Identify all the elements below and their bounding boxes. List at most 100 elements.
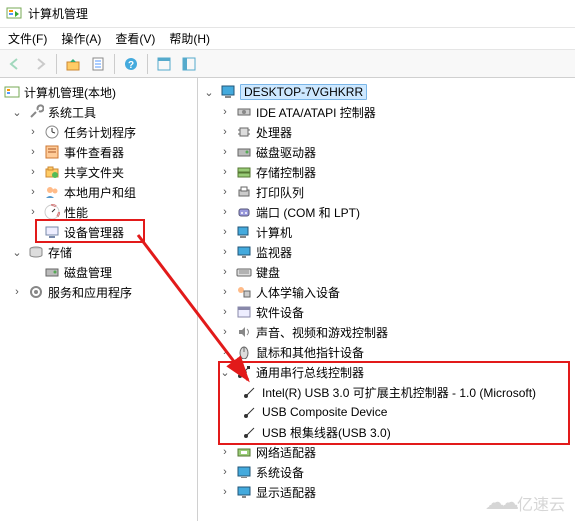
- sysdev-icon: [236, 464, 252, 480]
- dev-monitor[interactable]: 监视器: [256, 244, 292, 261]
- toolbar-view-button[interactable]: [153, 53, 175, 75]
- tree-systools[interactable]: 系统工具: [48, 104, 96, 121]
- device-tree[interactable]: ⌄ DESKTOP-7VGHKRR › IDE ATA/ATAPI 控制器 › 处理…: [198, 78, 575, 521]
- dev-cpu[interactable]: 处理器: [256, 124, 292, 141]
- dev-usb2[interactable]: USB Composite Device: [262, 405, 387, 419]
- expand-icon[interactable]: ⌄: [10, 106, 24, 119]
- tools-icon: [28, 104, 44, 120]
- menubar: 文件(F) 操作(A) 查看(V) 帮助(H): [0, 28, 575, 50]
- app-icon: [6, 6, 22, 22]
- expand-icon[interactable]: ›: [26, 166, 40, 178]
- toolbar-props-button[interactable]: [87, 53, 109, 75]
- perf-icon: [44, 204, 60, 220]
- tree-event[interactable]: 事件查看器: [64, 144, 124, 161]
- dev-storagectl[interactable]: 存储控制器: [256, 164, 316, 181]
- toolbar-view2-button[interactable]: [178, 53, 200, 75]
- dev-ports[interactable]: 端口 (COM 和 LPT): [256, 204, 360, 221]
- tree-storage[interactable]: 存储: [48, 244, 72, 261]
- storagectl-icon: [236, 164, 252, 180]
- usb-icon: [242, 384, 258, 400]
- tree-disk[interactable]: 磁盘管理: [64, 264, 112, 281]
- expand-icon[interactable]: ⌄: [202, 86, 216, 99]
- expand-icon[interactable]: ›: [26, 146, 40, 158]
- display-icon: [236, 484, 252, 500]
- expand-icon[interactable]: ›: [218, 106, 232, 118]
- dev-sysdev[interactable]: 系统设备: [256, 464, 304, 481]
- toolbar-back-button[interactable]: [4, 53, 26, 75]
- expand-icon[interactable]: ›: [218, 246, 232, 258]
- expand-icon[interactable]: ⌄: [10, 246, 24, 259]
- expand-icon[interactable]: ›: [218, 326, 232, 338]
- usb-icon: [242, 404, 258, 420]
- pc-icon: [236, 224, 252, 240]
- dev-mouse[interactable]: 鼠标和其他指针设备: [256, 344, 364, 361]
- dev-display[interactable]: 显示适配器: [256, 484, 316, 501]
- monitor-icon: [236, 244, 252, 260]
- tree-task[interactable]: 任务计划程序: [64, 124, 136, 141]
- clock-icon: [44, 124, 60, 140]
- expand-icon[interactable]: ›: [218, 286, 232, 298]
- devmgr-icon: [44, 224, 60, 240]
- dev-computer[interactable]: 计算机: [256, 224, 292, 241]
- tree-services[interactable]: 服务和应用程序: [48, 284, 132, 301]
- titlebar: 计算机管理: [0, 0, 575, 28]
- share-icon: [44, 164, 60, 180]
- expand-icon[interactable]: ›: [26, 206, 40, 218]
- expand-icon[interactable]: ›: [218, 266, 232, 278]
- dev-net[interactable]: 网络适配器: [256, 444, 316, 461]
- tree-devmgr[interactable]: 设备管理器: [64, 224, 124, 241]
- dev-usb3[interactable]: USB 根集线器(USB 3.0): [262, 424, 391, 441]
- expand-icon[interactable]: ›: [218, 186, 232, 198]
- hid-icon: [236, 284, 252, 300]
- printer-icon: [236, 184, 252, 200]
- menu-view[interactable]: 查看(V): [115, 30, 155, 47]
- menu-help[interactable]: 帮助(H): [169, 30, 210, 47]
- toolbar-separator: [56, 54, 57, 74]
- dev-hid[interactable]: 人体学输入设备: [256, 284, 340, 301]
- usb-icon: [236, 364, 252, 380]
- menu-file[interactable]: 文件(F): [8, 30, 47, 47]
- dev-usb[interactable]: 通用串行总线控制器: [256, 364, 364, 381]
- dev-usb1[interactable]: Intel(R) USB 3.0 可扩展主机控制器 - 1.0 (Microso…: [262, 384, 536, 401]
- left-tree[interactable]: 计算机管理(本地) ⌄ 系统工具 › 任务计划程序 › 事件查看器 › 共享文件…: [0, 78, 198, 521]
- expand-icon[interactable]: ›: [218, 486, 232, 498]
- expand-icon[interactable]: ›: [218, 166, 232, 178]
- tree-root[interactable]: 计算机管理(本地): [24, 84, 116, 101]
- expand-icon[interactable]: ›: [218, 226, 232, 238]
- ide-icon: [236, 104, 252, 120]
- cpu-icon: [236, 124, 252, 140]
- tree-perf[interactable]: 性能: [64, 204, 88, 221]
- expand-icon[interactable]: ›: [218, 346, 232, 358]
- dev-printq[interactable]: 打印队列: [256, 184, 304, 201]
- port-icon: [236, 204, 252, 220]
- menu-action[interactable]: 操作(A): [61, 30, 101, 47]
- toolbar-separator: [114, 54, 115, 74]
- expand-icon[interactable]: ›: [10, 286, 24, 298]
- dev-sound[interactable]: 声音、视频和游戏控制器: [256, 324, 388, 341]
- collapse-icon[interactable]: ⌄: [218, 366, 232, 379]
- dev-diskdrive[interactable]: 磁盘驱动器: [256, 144, 316, 161]
- expand-icon[interactable]: ›: [218, 446, 232, 458]
- expand-icon[interactable]: ›: [218, 126, 232, 138]
- expand-icon[interactable]: ›: [26, 186, 40, 198]
- expand-icon[interactable]: ›: [218, 466, 232, 478]
- toolbar-separator: [147, 54, 148, 74]
- computer-icon: [220, 84, 236, 100]
- dev-host[interactable]: DESKTOP-7VGHKRR: [240, 84, 367, 100]
- cloud-icon: ☁☁: [485, 490, 513, 515]
- tree-users[interactable]: 本地用户和组: [64, 184, 136, 201]
- toolbar-help-button[interactable]: ?: [120, 53, 142, 75]
- expand-icon[interactable]: ›: [218, 206, 232, 218]
- expand-icon[interactable]: ›: [26, 126, 40, 138]
- dev-software[interactable]: 软件设备: [256, 304, 304, 321]
- users-icon: [44, 184, 60, 200]
- software-icon: [236, 304, 252, 320]
- mouse-icon: [236, 344, 252, 360]
- dev-keyboard[interactable]: 键盘: [256, 264, 280, 281]
- expand-icon[interactable]: ›: [218, 306, 232, 318]
- dev-ide[interactable]: IDE ATA/ATAPI 控制器: [256, 104, 376, 121]
- toolbar-forward-button[interactable]: [29, 53, 51, 75]
- tree-share[interactable]: 共享文件夹: [64, 164, 124, 181]
- toolbar-up-button[interactable]: [62, 53, 84, 75]
- expand-icon[interactable]: ›: [218, 146, 232, 158]
